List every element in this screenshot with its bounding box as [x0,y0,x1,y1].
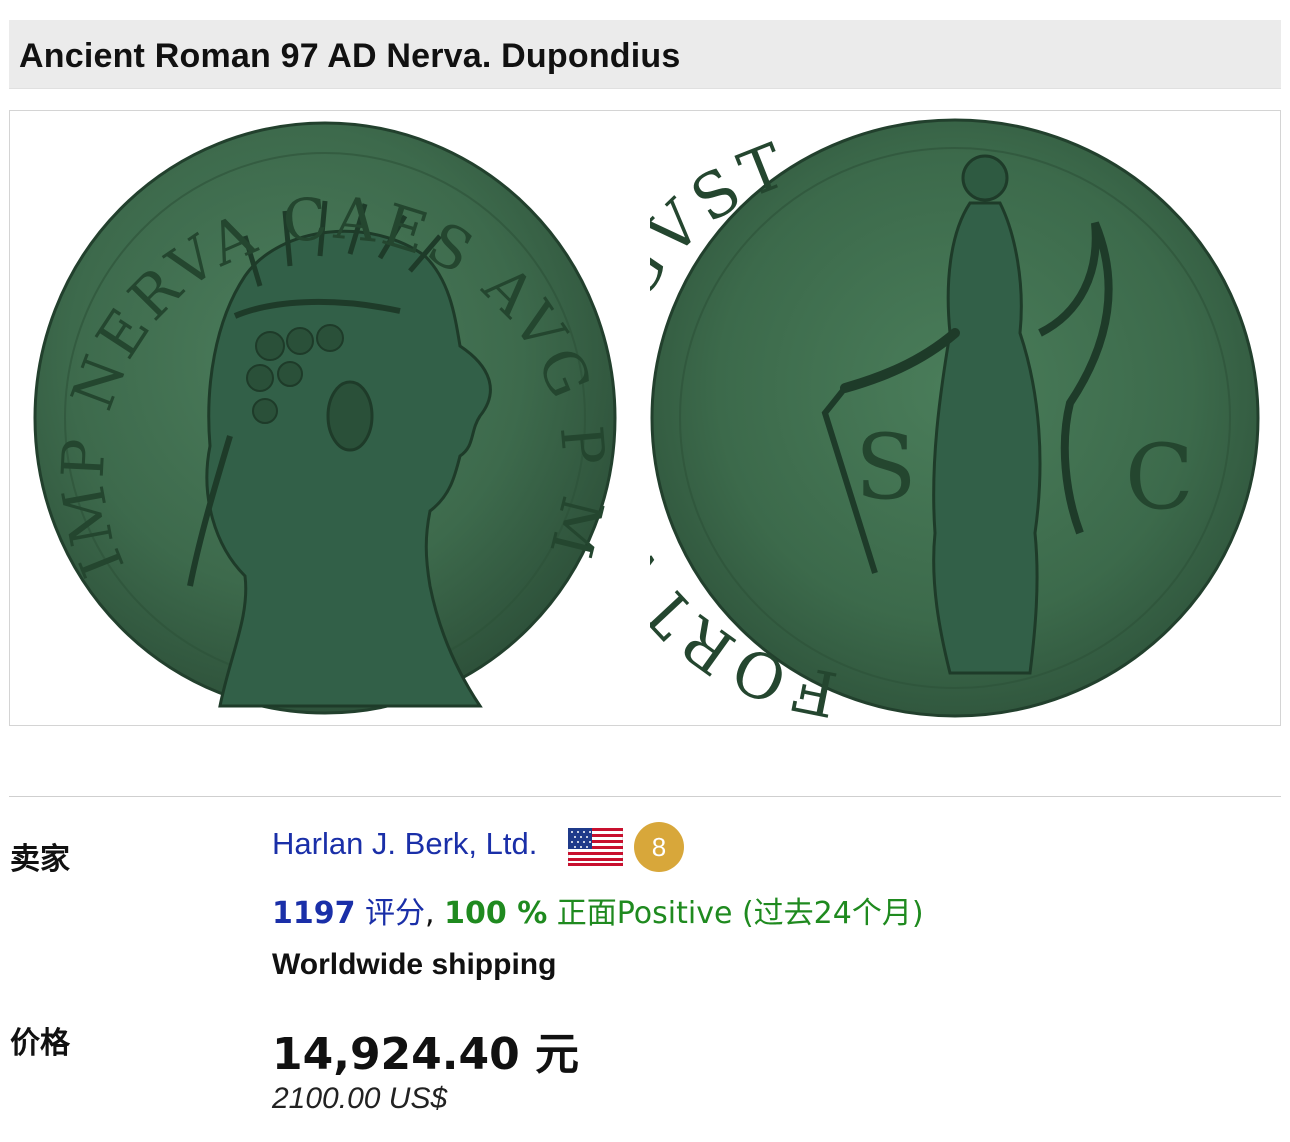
positive-label: 正面Positive (过去24个月) [547,896,924,931]
listing-title: Ancient Roman 97 AD Nerva. Dupondius [19,37,681,75]
seller-rating-badge: 8 [634,822,684,872]
price-amount: 14,924.40 元 [272,1029,580,1080]
field-letter-c: C [1125,425,1194,530]
shipping-info: Worldwide shipping [272,948,557,981]
seller-name-link[interactable]: Harlan J. Berk, Ltd. [272,826,537,862]
us-flag-icon [567,827,624,867]
feedback-count-label: 评分 [355,896,426,931]
positive-percent: 100 % [444,896,548,931]
seller-feedback[interactable]: 1197 评分, 100 % 正面Positive (过去24个月) [272,888,924,932]
seller-label: 卖家 [10,842,70,877]
price-original-currency: 2100.00 US$ [272,1082,448,1115]
price-label: 价格 [10,1026,70,1061]
feedback-count: 1197 [272,896,356,931]
coin-obverse: IMP NERVA CAES AVG P M TR P COS III P P [30,116,630,716]
section-divider [9,796,1281,797]
coin-reverse: S C FORTVNA AVGVST [650,113,1270,718]
title-bar: Ancient Roman 97 AD Nerva. Dupondius [9,20,1281,89]
feedback-separator: , [425,896,445,931]
item-photo[interactable]: IMP NERVA CAES AVG P M TR P COS III P P [9,110,1281,726]
field-letter-s: S [855,415,917,520]
